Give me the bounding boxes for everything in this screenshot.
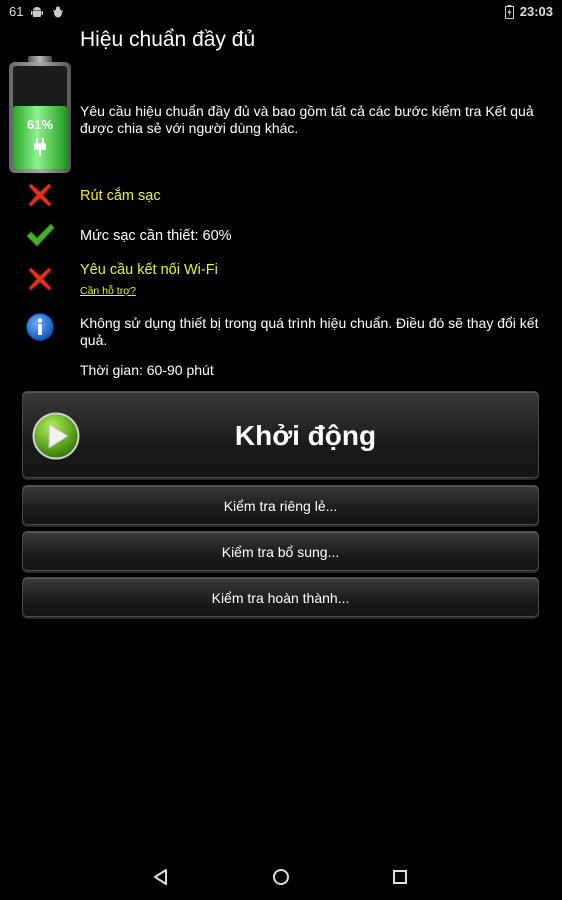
duration-text: Thời gian: 60-90 phút — [80, 362, 214, 378]
recent-apps-icon[interactable] — [388, 865, 412, 889]
android-icon — [30, 5, 44, 19]
start-button[interactable]: Khởi động — [22, 391, 539, 478]
requirement-charge-level: Mức sạc cần thiết: 60% — [80, 228, 232, 244]
back-icon[interactable] — [149, 865, 173, 889]
additional-test-button[interactable]: Kiểm tra bổ sung... — [22, 531, 539, 571]
help-link[interactable]: Cần hỗ trợ? — [80, 285, 136, 297]
status-left: 61 — [9, 4, 65, 19]
battery-status-icon — [504, 4, 514, 19]
red-x-icon — [25, 180, 55, 210]
usage-warning: Không sử dụng thiết bị trong quá trình h… — [80, 315, 539, 348]
notification-count: 61 — [9, 4, 24, 19]
info-icon — [25, 312, 55, 342]
requirement-wifi: Yêu cầu kết nối Wi-Fi — [80, 262, 218, 278]
navigation-bar — [0, 852, 562, 900]
debug-icon — [51, 5, 65, 19]
green-check-icon — [25, 220, 55, 250]
start-button-label: Khởi động — [234, 420, 377, 451]
status-bar: 61 23:03 — [0, 0, 562, 24]
page-title: Hiệu chuẩn đầy đủ — [80, 28, 256, 51]
requirement-unplug: Rút cắm sạc — [80, 188, 161, 204]
page-description: Yêu cầu hiệu chuẩn đầy đủ và bao gồm tất… — [80, 103, 534, 136]
battery-graphic: 61% — [8, 56, 72, 174]
home-icon[interactable] — [269, 865, 293, 889]
battery-fill — [13, 106, 67, 169]
status-right: 23:03 — [504, 4, 553, 19]
battery-percent-label: 61% — [27, 117, 53, 132]
complete-test-button[interactable]: Kiểm tra hoàn thành... — [22, 577, 539, 617]
red-x-icon — [25, 264, 55, 294]
individual-test-button[interactable]: Kiểm tra riêng lẻ... — [22, 485, 539, 525]
clock: 23:03 — [519, 4, 553, 19]
